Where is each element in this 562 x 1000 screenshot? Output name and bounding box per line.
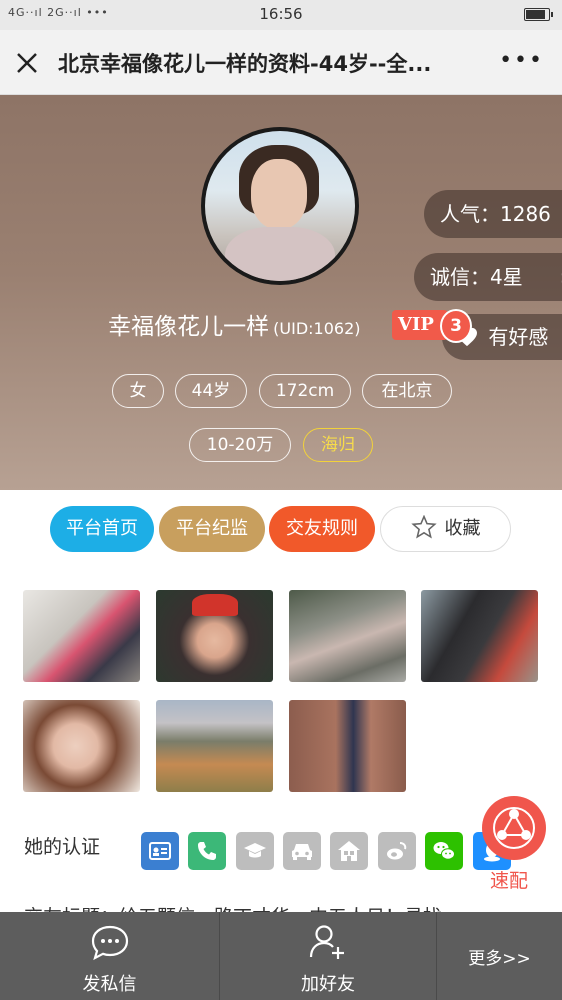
quick-match-button[interactable] xyxy=(482,796,546,860)
send-message-label: 发私信 xyxy=(82,974,137,995)
favorite-button[interactable]: 收藏 xyxy=(380,506,511,552)
status-bar: 4G··ıl 2G··ıl ••• 16:56 xyxy=(0,0,562,30)
car-icon[interactable] xyxy=(283,832,321,870)
add-user-icon xyxy=(309,925,344,959)
add-friend-label: 加好友 xyxy=(301,974,355,995)
credit-stat[interactable]: 诚信：4星 › xyxy=(414,253,562,301)
network-icon xyxy=(493,807,535,849)
user-name: 幸福像花儿一样 (UID:1062) xyxy=(0,307,562,341)
page-title: 北京幸福像花儿一样的资料-44岁--全... xyxy=(58,52,432,76)
more-label: 更多>> xyxy=(468,949,531,969)
photo-thumbnail-7[interactable] xyxy=(289,700,406,792)
photo-thumbnail-4[interactable] xyxy=(421,590,538,682)
more-icon[interactable]: ••• xyxy=(499,50,544,72)
photo-thumbnail-1[interactable] xyxy=(23,590,140,682)
tag-overseas: 海归 xyxy=(303,428,373,462)
chat-bubble-icon xyxy=(91,925,129,961)
photo-hat xyxy=(192,594,238,616)
nav-bar: 北京幸福像花儿一样的资料-44岁--全... ••• xyxy=(0,30,562,95)
user-name-text: 幸福像花儿一样 xyxy=(108,314,270,340)
dating-rules-button[interactable]: 交友规则 xyxy=(269,506,375,552)
credit-text: 诚信：4星 xyxy=(430,265,523,289)
certification-label: 她的认证 xyxy=(24,836,101,858)
id-card-icon[interactable] xyxy=(141,832,179,870)
bottom-action-bar: 发私信 加好友 更多>> xyxy=(0,912,562,1000)
tag-gender: 女 xyxy=(112,374,164,408)
photo-thumbnail-3[interactable] xyxy=(289,590,406,682)
photo-thumbnail-2[interactable] xyxy=(156,590,273,682)
photo-thumbnail-6[interactable] xyxy=(156,700,273,792)
avatar-coat xyxy=(225,227,335,281)
tag-age: 44岁 xyxy=(175,374,247,408)
vip-level: 3 xyxy=(440,309,472,343)
phone-icon[interactable] xyxy=(188,832,226,870)
tag-height: 172cm xyxy=(259,374,351,408)
tag-income: 10-20万 xyxy=(189,428,291,462)
popularity-text: 人气：1286 xyxy=(440,202,551,226)
popularity-stat: 人气：1286 xyxy=(424,190,562,238)
battery-icon xyxy=(524,8,553,21)
user-uid: (UID:1062) xyxy=(273,319,361,338)
more-button[interactable]: 更多>> xyxy=(437,912,562,1000)
house-icon[interactable] xyxy=(330,832,368,870)
add-friend-button[interactable]: 加好友 xyxy=(220,912,436,1000)
quick-match-label: 速配 xyxy=(490,870,529,892)
avatar[interactable] xyxy=(201,127,359,285)
weibo-icon[interactable] xyxy=(378,832,416,870)
close-icon[interactable] xyxy=(14,50,40,76)
avatar-photo xyxy=(205,131,355,281)
profile-header: 人气：1286 诚信：4星 › 有好感 幸福像花儿一样(UID:1062) VI… xyxy=(0,95,562,490)
platform-home-button[interactable]: 平台首页 xyxy=(50,506,154,552)
avatar-face xyxy=(251,159,307,229)
wechat-icon[interactable] xyxy=(425,832,463,870)
education-icon[interactable] xyxy=(236,832,274,870)
photo-thumbnail-5[interactable] xyxy=(23,700,140,792)
star-icon xyxy=(410,514,437,539)
platform-discipline-button[interactable]: 平台纪监 xyxy=(159,506,265,552)
tag-location: 在北京 xyxy=(362,374,452,408)
favorite-label: 收藏 xyxy=(444,518,481,539)
clock: 16:56 xyxy=(259,5,303,23)
send-message-button[interactable]: 发私信 xyxy=(0,912,219,1000)
